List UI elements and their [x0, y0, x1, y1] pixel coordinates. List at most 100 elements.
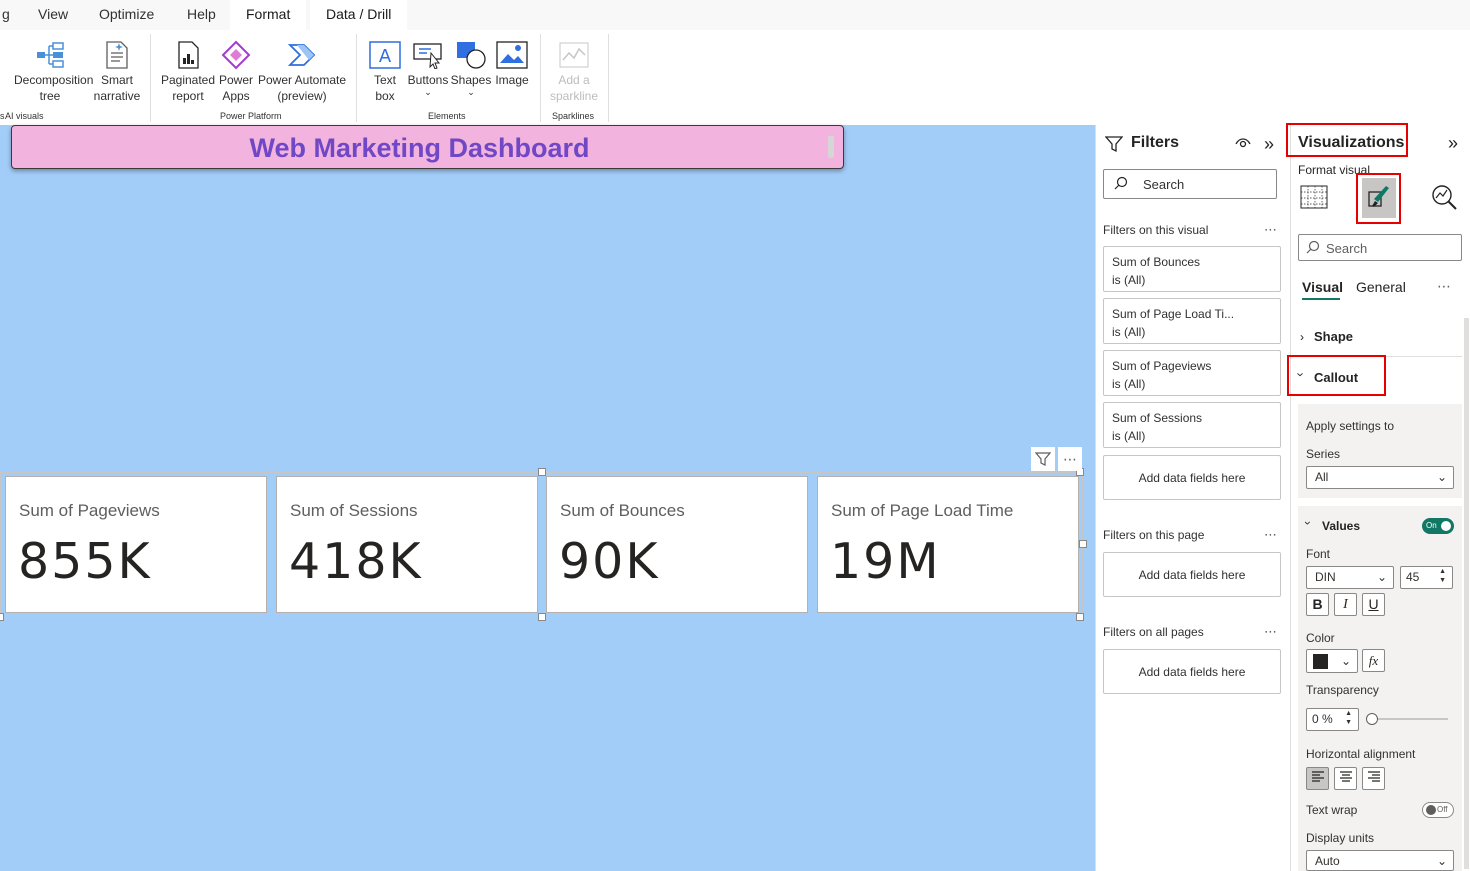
- more-options-icon[interactable]: ⋯: [1437, 278, 1451, 295]
- kpi-card-sessions[interactable]: Sum of Sessions 418K: [276, 476, 538, 613]
- align-left-button[interactable]: [1306, 767, 1329, 790]
- more-options-icon[interactable]: ⋯: [1264, 527, 1278, 543]
- filters-search-input[interactable]: Search: [1103, 169, 1277, 199]
- font-family-dropdown[interactable]: DIN ⌄: [1306, 566, 1394, 589]
- dashboard-title-textbox[interactable]: Web Marketing Dashboard: [11, 125, 844, 169]
- eye-icon[interactable]: [1234, 135, 1252, 156]
- transparency-input[interactable]: 0 % ▲ ▼: [1306, 708, 1359, 731]
- align-right-icon: [1367, 771, 1380, 782]
- transparency-slider-track[interactable]: [1372, 718, 1448, 720]
- analytics-icon[interactable]: [1431, 184, 1459, 215]
- shapes-icon: [450, 38, 492, 72]
- chevron-down-icon: ⌄: [1436, 854, 1447, 868]
- chevron-down-icon: ⌄: [467, 87, 475, 97]
- tab-help[interactable]: Help: [179, 0, 224, 30]
- resize-handle[interactable]: [0, 613, 4, 621]
- tab-format[interactable]: Format: [230, 0, 307, 30]
- kpi-card-pageviews[interactable]: Sum of Pageviews 855K: [5, 476, 267, 613]
- font-label: Font: [1306, 547, 1331, 561]
- group-separator: [150, 34, 151, 122]
- tab-view[interactable]: View: [30, 0, 76, 30]
- filter-card[interactable]: Sum of Pageviews is (All): [1103, 350, 1281, 396]
- search-placeholder: Search: [1326, 241, 1368, 256]
- shapes-button[interactable]: Shapes ⌄: [450, 38, 492, 97]
- filters-on-page-heading: Filters on this page: [1103, 528, 1205, 542]
- image-icon: [492, 38, 532, 72]
- italic-button[interactable]: I: [1334, 593, 1357, 616]
- text-box-icon: A: [366, 38, 404, 72]
- image-button[interactable]: Image: [492, 38, 532, 88]
- more-options-icon[interactable]: ⋯: [1264, 222, 1278, 238]
- filter-field-name: Sum of Sessions: [1112, 411, 1203, 425]
- series-dropdown[interactable]: All ⌄: [1306, 466, 1454, 489]
- filter-card[interactable]: Sum of Sessions is (All): [1103, 402, 1281, 448]
- align-center-button[interactable]: [1334, 767, 1357, 790]
- font-size-value: 45: [1406, 570, 1420, 584]
- tab-partial[interactable]: g: [0, 0, 18, 30]
- visual-filter-icon[interactable]: [1031, 447, 1055, 471]
- tab-data-drill[interactable]: Data / Drill: [310, 0, 408, 30]
- resize-handle[interactable]: [538, 613, 546, 621]
- buttons-button[interactable]: Buttons ⌄: [406, 38, 450, 97]
- tab-optimize[interactable]: Optimize: [91, 0, 162, 30]
- resize-handle[interactable]: [828, 136, 834, 158]
- underline-button[interactable]: U: [1362, 593, 1385, 616]
- search-icon: [1114, 176, 1128, 193]
- add-data-fields-visual[interactable]: Add data fields here: [1103, 455, 1281, 500]
- filter-card[interactable]: Sum of Page Load Ti... is (All): [1103, 298, 1281, 344]
- paginated-report-icon: [160, 38, 216, 72]
- active-tab-indicator: [1302, 298, 1340, 300]
- values-toggle[interactable]: On: [1422, 518, 1454, 534]
- decomposition-tree-button[interactable]: Decomposition tree: [8, 38, 93, 104]
- search-icon: [1306, 240, 1320, 257]
- group-separator: [540, 34, 541, 122]
- conditional-format-button[interactable]: fx: [1362, 649, 1385, 672]
- svg-text:A: A: [379, 46, 392, 67]
- apply-settings-label: Apply settings to: [1306, 419, 1395, 433]
- power-automate-button[interactable]: Power Automate (preview): [256, 38, 348, 104]
- align-right-button[interactable]: [1362, 767, 1385, 790]
- collapse-visualizations-icon[interactable]: »: [1448, 133, 1458, 154]
- highlight-box: [1286, 123, 1408, 157]
- resize-handle[interactable]: [1076, 613, 1084, 621]
- search-placeholder: Search: [1143, 177, 1185, 192]
- shape-section-header[interactable]: Shape: [1314, 329, 1353, 344]
- add-data-fields-all-pages[interactable]: Add data fields here: [1103, 649, 1281, 694]
- font-size-input[interactable]: 45 ▲ ▼: [1400, 566, 1453, 589]
- tab-visual[interactable]: Visual: [1302, 279, 1343, 295]
- spinner-icon[interactable]: ▲ ▼: [1439, 567, 1446, 585]
- bold-button[interactable]: B: [1306, 593, 1329, 616]
- add-data-fields-page[interactable]: Add data fields here: [1103, 552, 1281, 597]
- add-sparkline-button[interactable]: Add a sparkline: [546, 38, 602, 104]
- resize-handle[interactable]: [538, 468, 546, 476]
- viz-search-input[interactable]: Search: [1298, 234, 1462, 261]
- more-options-icon[interactable]: ⋯: [1058, 447, 1082, 471]
- more-options-icon[interactable]: ⋯: [1264, 624, 1278, 640]
- card-value: 19M: [830, 533, 941, 590]
- highlight-box: [1356, 173, 1401, 224]
- power-apps-icon: [216, 38, 256, 72]
- transparency-slider-thumb[interactable]: [1366, 713, 1378, 725]
- chevron-right-icon: ›: [1300, 330, 1304, 344]
- filter-icon: [1104, 135, 1124, 158]
- spinner-icon[interactable]: ▲ ▼: [1345, 709, 1352, 727]
- resize-handle[interactable]: [1079, 540, 1087, 548]
- smart-narrative-label: Smart narrative: [93, 73, 141, 103]
- filter-card[interactable]: Sum of Bounces is (All): [1103, 246, 1281, 292]
- build-visual-icon[interactable]: [1300, 184, 1328, 215]
- text-box-button[interactable]: A Text box: [366, 38, 404, 104]
- collapse-filters-icon[interactable]: »: [1264, 134, 1274, 155]
- values-header[interactable]: Values: [1322, 519, 1360, 533]
- kpi-card-bounces[interactable]: Sum of Bounces 90K: [546, 476, 808, 613]
- text-wrap-toggle[interactable]: Off: [1422, 802, 1454, 818]
- kpi-card-page-load-time[interactable]: Sum of Page Load Time 19M: [817, 476, 1079, 613]
- display-units-dropdown[interactable]: Auto ⌄: [1306, 850, 1454, 871]
- color-picker[interactable]: ⌄: [1306, 649, 1358, 673]
- smart-narrative-button[interactable]: Smart narrative: [92, 38, 142, 104]
- scrollbar[interactable]: [1464, 318, 1469, 869]
- sparkline-icon: [546, 38, 602, 72]
- power-apps-button[interactable]: Power Apps: [216, 38, 256, 104]
- tab-general[interactable]: General: [1356, 279, 1406, 295]
- dashboard-title: Web Marketing Dashboard: [249, 133, 590, 163]
- paginated-report-button[interactable]: Paginated report: [160, 38, 216, 104]
